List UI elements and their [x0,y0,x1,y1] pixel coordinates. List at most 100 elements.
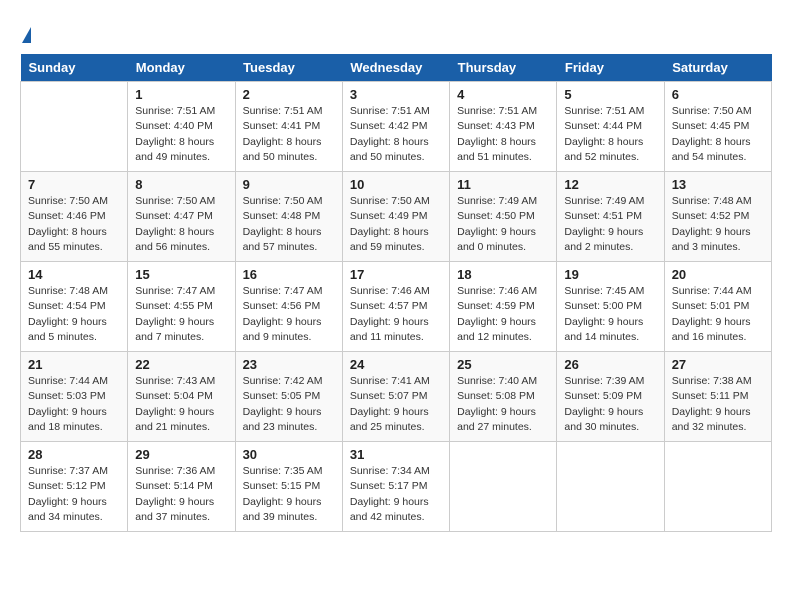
week-row-5: 28 Sunrise: 7:37 AMSunset: 5:12 PMDayligh… [21,442,772,532]
day-number: 31 [350,447,442,462]
day-cell: 17 Sunrise: 7:46 AMSunset: 4:57 PMDayligh… [342,262,449,352]
header-cell-friday: Friday [557,54,664,82]
day-cell: 6 Sunrise: 7:50 AMSunset: 4:45 PMDaylight… [664,82,771,172]
day-number: 10 [350,177,442,192]
day-cell: 18 Sunrise: 7:46 AMSunset: 4:59 PMDayligh… [450,262,557,352]
day-cell [450,442,557,532]
day-cell: 30Sunrise: 7:35 AMSunset: 5:15 PMDayligh… [235,442,342,532]
day-info: Sunrise: 7:50 AMSunset: 4:48 PMDaylight:… [243,194,335,255]
day-number: 27 [672,357,764,372]
day-info: Sunrise: 7:50 AMSunset: 4:49 PMDaylight:… [350,194,442,255]
day-cell: 29 Sunrise: 7:36 AMSunset: 5:14 PMDayligh… [128,442,235,532]
day-number: 21 [28,357,120,372]
day-number: 17 [350,267,442,282]
day-cell: 15 Sunrise: 7:47 AMSunset: 4:55 PMDayligh… [128,262,235,352]
day-info: Sunrise: 7:51 AMSunset: 4:43 PMDaylight:… [457,104,549,165]
day-cell: 3Sunrise: 7:51 AMSunset: 4:42 PMDaylight… [342,82,449,172]
day-number: 9 [243,177,335,192]
day-cell: 1 Sunrise: 7:51 AMSunset: 4:40 PMDaylight… [128,82,235,172]
day-number: 14 [28,267,120,282]
day-info: Sunrise: 7:51 AMSunset: 4:40 PMDaylight:… [135,104,227,165]
day-number: 6 [672,87,764,102]
page-header [20,20,772,44]
day-number: 23 [243,357,335,372]
day-cell: 16 Sunrise: 7:47 AMSunset: 4:56 PMDayligh… [235,262,342,352]
day-number: 1 [135,87,227,102]
day-cell: 22 Sunrise: 7:43 AMSunset: 5:04 PMDayligh… [128,352,235,442]
day-cell: 14Sunrise: 7:48 AMSunset: 4:54 PMDayligh… [21,262,128,352]
day-info: Sunrise: 7:36 AMSunset: 5:14 PMDaylight:… [135,464,227,525]
day-info: Sunrise: 7:40 AMSunset: 5:08 PMDaylight:… [457,374,549,435]
day-info: Sunrise: 7:41 AMSunset: 5:07 PMDaylight:… [350,374,442,435]
day-cell: 4 Sunrise: 7:51 AMSunset: 4:43 PMDaylight… [450,82,557,172]
day-info: Sunrise: 7:38 AMSunset: 5:11 PMDaylight:… [672,374,764,435]
day-cell: 20 Sunrise: 7:44 AMSunset: 5:01 PMDayligh… [664,262,771,352]
day-cell [21,82,128,172]
day-number: 26 [564,357,656,372]
day-cell [557,442,664,532]
day-number: 11 [457,177,549,192]
day-info: Sunrise: 7:39 AMSunset: 5:09 PMDaylight:… [564,374,656,435]
day-number: 3 [350,87,442,102]
header-cell-monday: Monday [128,54,235,82]
week-row-4: 21 Sunrise: 7:44 AMSunset: 5:03 PMDayligh… [21,352,772,442]
day-number: 18 [457,267,549,282]
day-cell: 31 Sunrise: 7:34 AMSunset: 5:17 PMDayligh… [342,442,449,532]
day-cell: 12 Sunrise: 7:49 AMSunset: 4:51 PMDayligh… [557,172,664,262]
day-info: Sunrise: 7:45 AMSunset: 5:00 PMDaylight:… [564,284,656,345]
day-info: Sunrise: 7:35 AMSunset: 5:15 PMDaylight:… [243,464,335,525]
day-info: Sunrise: 7:44 AMSunset: 5:01 PMDaylight:… [672,284,764,345]
day-number: 20 [672,267,764,282]
day-number: 7 [28,177,120,192]
day-info: Sunrise: 7:50 AMSunset: 4:46 PMDaylight:… [28,194,120,255]
header-cell-thursday: Thursday [450,54,557,82]
day-cell: 24Sunrise: 7:41 AMSunset: 5:07 PMDayligh… [342,352,449,442]
logo-icon [22,27,31,43]
day-number: 19 [564,267,656,282]
day-number: 16 [243,267,335,282]
day-cell: 13 Sunrise: 7:48 AMSunset: 4:52 PMDayligh… [664,172,771,262]
day-info: Sunrise: 7:34 AMSunset: 5:17 PMDaylight:… [350,464,442,525]
day-info: Sunrise: 7:37 AMSunset: 5:12 PMDaylight:… [28,464,120,525]
day-info: Sunrise: 7:49 AMSunset: 4:51 PMDaylight:… [564,194,656,255]
week-row-3: 14Sunrise: 7:48 AMSunset: 4:54 PMDayligh… [21,262,772,352]
day-cell: 19 Sunrise: 7:45 AMSunset: 5:00 PMDayligh… [557,262,664,352]
day-number: 4 [457,87,549,102]
week-row-1: 1 Sunrise: 7:51 AMSunset: 4:40 PMDaylight… [21,82,772,172]
day-info: Sunrise: 7:51 AMSunset: 4:41 PMDaylight:… [243,104,335,165]
day-cell: 23Sunrise: 7:42 AMSunset: 5:05 PMDayligh… [235,352,342,442]
day-number: 12 [564,177,656,192]
week-row-2: 7 Sunrise: 7:50 AMSunset: 4:46 PMDaylight… [21,172,772,262]
header-row: SundayMondayTuesdayWednesdayThursdayFrid… [21,54,772,82]
day-info: Sunrise: 7:44 AMSunset: 5:03 PMDaylight:… [28,374,120,435]
day-info: Sunrise: 7:46 AMSunset: 4:57 PMDaylight:… [350,284,442,345]
calendar-table: SundayMondayTuesdayWednesdayThursdayFrid… [20,54,772,532]
day-cell: 7 Sunrise: 7:50 AMSunset: 4:46 PMDaylight… [21,172,128,262]
day-cell: 2 Sunrise: 7:51 AMSunset: 4:41 PMDaylight… [235,82,342,172]
day-info: Sunrise: 7:50 AMSunset: 4:47 PMDaylight:… [135,194,227,255]
day-cell: 26 Sunrise: 7:39 AMSunset: 5:09 PMDayligh… [557,352,664,442]
day-number: 29 [135,447,227,462]
day-cell: 9 Sunrise: 7:50 AMSunset: 4:48 PMDaylight… [235,172,342,262]
day-info: Sunrise: 7:48 AMSunset: 4:52 PMDaylight:… [672,194,764,255]
day-info: Sunrise: 7:50 AMSunset: 4:45 PMDaylight:… [672,104,764,165]
day-cell: 21 Sunrise: 7:44 AMSunset: 5:03 PMDayligh… [21,352,128,442]
day-number: 15 [135,267,227,282]
day-number: 8 [135,177,227,192]
day-number: 5 [564,87,656,102]
day-info: Sunrise: 7:51 AMSunset: 4:44 PMDaylight:… [564,104,656,165]
day-info: Sunrise: 7:47 AMSunset: 4:56 PMDaylight:… [243,284,335,345]
day-cell: 27 Sunrise: 7:38 AMSunset: 5:11 PMDayligh… [664,352,771,442]
header-cell-saturday: Saturday [664,54,771,82]
day-info: Sunrise: 7:43 AMSunset: 5:04 PMDaylight:… [135,374,227,435]
day-cell: 11Sunrise: 7:49 AMSunset: 4:50 PMDayligh… [450,172,557,262]
day-info: Sunrise: 7:46 AMSunset: 4:59 PMDaylight:… [457,284,549,345]
header-cell-tuesday: Tuesday [235,54,342,82]
header-cell-sunday: Sunday [21,54,128,82]
day-number: 2 [243,87,335,102]
day-info: Sunrise: 7:47 AMSunset: 4:55 PMDaylight:… [135,284,227,345]
logo [20,20,31,44]
day-number: 28 [28,447,120,462]
day-number: 13 [672,177,764,192]
day-number: 22 [135,357,227,372]
